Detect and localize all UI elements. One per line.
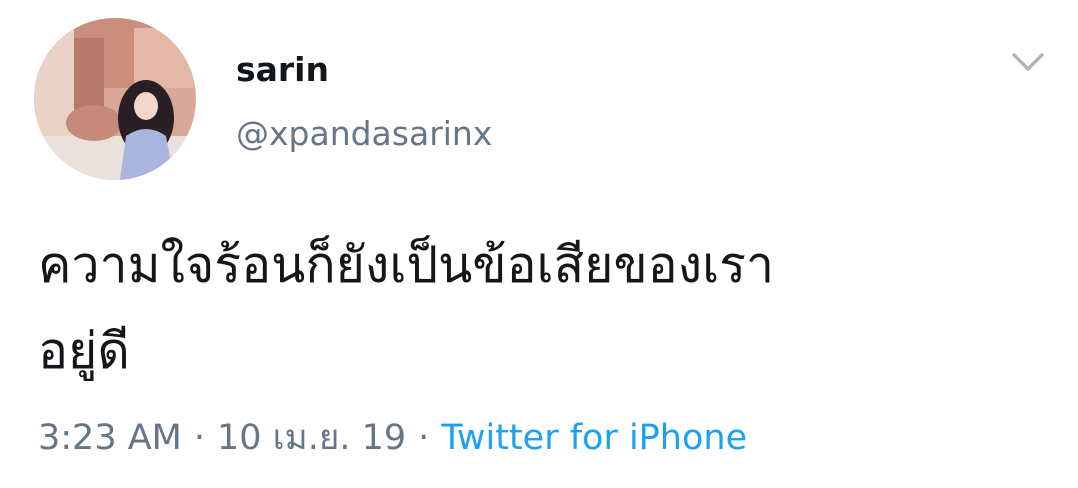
tweet-time[interactable]: 3:23 AM (38, 418, 182, 458)
tweet-date[interactable]: 10 เม.ย. 19 (217, 418, 406, 458)
tweet-source-link[interactable]: Twitter for iPhone (441, 418, 747, 458)
meta-separator: · (418, 418, 430, 458)
tweet-meta: 3:23 AM · 10 เม.ย. 19 · Twitter for iPhone (38, 414, 747, 462)
avatar-photo (34, 18, 196, 180)
tweet-text-line: ความใจร้อนก็ยังเป็นข้อเสียของเรา (38, 236, 775, 294)
tweet-card: sarin @xpandasarinx ความใจร้อนก็ยังเป็นข… (0, 0, 1078, 488)
display-name[interactable]: sarin (236, 48, 329, 92)
tweet-text: ความใจร้อนก็ยังเป็นข้อเสียของเรา อยู่ดี (38, 222, 998, 394)
avatar[interactable] (34, 18, 196, 180)
tweet-text-line: อยู่ดี (38, 322, 130, 380)
meta-separator: · (193, 418, 206, 458)
user-handle[interactable]: @xpandasarinx (236, 112, 492, 156)
chevron-down-icon[interactable] (1008, 46, 1048, 76)
